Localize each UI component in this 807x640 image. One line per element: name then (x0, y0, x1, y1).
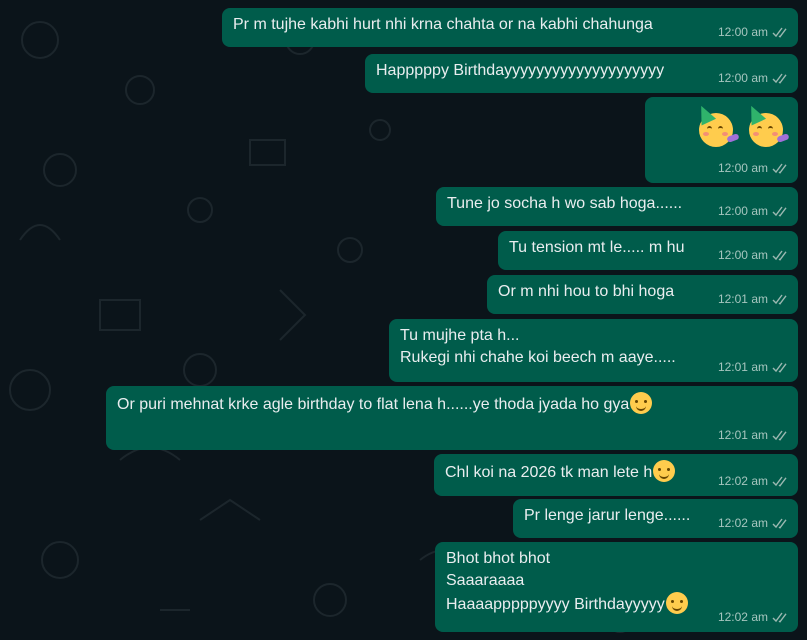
message-time: 12:01 am (717, 292, 768, 306)
message-text: Pr lenge jarur lenge...... (524, 507, 691, 524)
message-time: 12:00 am (717, 204, 768, 218)
double-check-icon (772, 27, 787, 38)
message-time: 12:01 am (717, 360, 768, 374)
message-time: 12:00 am (717, 161, 768, 175)
partying-face-icon (743, 102, 790, 147)
message-text: Bhot bhot bhot Saaaraaaa Haaaapppppyyyy … (446, 550, 665, 613)
message-bubble[interactable]: Happpppy Birthdayyyyyyyyyyyyyyyyyyyy 12:… (365, 54, 798, 93)
message-time: 12:01 am (717, 428, 768, 442)
message-text: Or puri mehnat krke agle birthday to fla… (117, 396, 630, 413)
double-check-icon (772, 612, 787, 623)
message-time: 12:00 am (717, 71, 768, 85)
message-text: Tu tension mt le..... m hu (509, 239, 685, 256)
message-bubble[interactable]: Tu mujhe pta h... Rukegi nhi chahe koi b… (389, 319, 798, 382)
message-bubble[interactable]: Or m nhi hou to bhi hoga 12:01 am (487, 275, 798, 314)
message-bubble[interactable]: Tune jo socha h wo sab hoga...... 12:00 … (436, 187, 798, 226)
message-time: 12:02 am (717, 610, 768, 624)
message-time: 12:00 am (717, 248, 768, 262)
message-time: 12:02 am (717, 516, 768, 530)
message-meta: 12:00 am (718, 21, 790, 43)
double-check-icon (772, 294, 787, 305)
message-text: Tune jo socha h wo sab hoga...... (447, 195, 683, 212)
message-meta: 12:02 am (718, 606, 790, 628)
message-time: 12:02 am (717, 474, 768, 488)
message-meta: 12:00 am (718, 244, 790, 266)
message-bubble[interactable]: 12:00 am (645, 97, 798, 183)
message-text: Happpppy Birthdayyyyyyyyyyyyyyyyyyyy (376, 62, 665, 79)
partying-face-icon (693, 102, 740, 147)
double-check-icon (772, 476, 787, 487)
double-check-icon (772, 163, 787, 174)
double-check-icon (772, 430, 787, 441)
message-bubble[interactable]: Pr m tujhe kabhi hurt nhi krna chahta or… (222, 8, 798, 47)
message-meta: 12:02 am (718, 512, 790, 534)
message-meta: 12:02 am (718, 470, 790, 492)
message-text: Tu mujhe pta h... Rukegi nhi chahe koi b… (400, 327, 676, 366)
message-bubble[interactable]: Or puri mehnat krke agle birthday to fla… (106, 386, 798, 450)
double-check-icon (772, 362, 787, 373)
smiling-face-icon (653, 460, 676, 482)
double-check-icon (772, 518, 787, 529)
emoji-row (656, 102, 790, 154)
message-text: Chl koi na 2026 tk man lete h (445, 464, 653, 481)
message-meta: 12:00 am (718, 67, 790, 89)
message-bubble[interactable]: Tu tension mt le..... m hu 12:00 am (498, 231, 798, 270)
message-text: Or m nhi hou to bhi hoga (498, 283, 675, 300)
message-meta: 12:01 am (718, 356, 790, 378)
message-meta: 12:01 am (718, 288, 790, 310)
message-meta: 12:00 am (718, 157, 790, 179)
grinning-sweat-face-icon (630, 392, 653, 414)
message-text: Pr m tujhe kabhi hurt nhi krna chahta or… (233, 16, 653, 33)
double-check-icon (772, 250, 787, 261)
message-time: 12:00 am (717, 25, 768, 39)
message-bubble[interactable]: Chl koi na 2026 tk man lete h 12:02 am (434, 454, 798, 496)
message-meta: 12:00 am (718, 200, 790, 222)
smiling-face-icon (665, 592, 688, 614)
message-bubble[interactable]: Pr lenge jarur lenge...... 12:02 am (513, 499, 798, 538)
double-check-icon (772, 73, 787, 84)
message-meta: 12:01 am (718, 424, 790, 446)
message-bubble[interactable]: Bhot bhot bhot Saaaraaaa Haaaapppppyyyy … (435, 542, 798, 632)
double-check-icon (772, 206, 787, 217)
message-list[interactable]: Pr m tujhe kabhi hurt nhi krna chahta or… (0, 0, 807, 640)
